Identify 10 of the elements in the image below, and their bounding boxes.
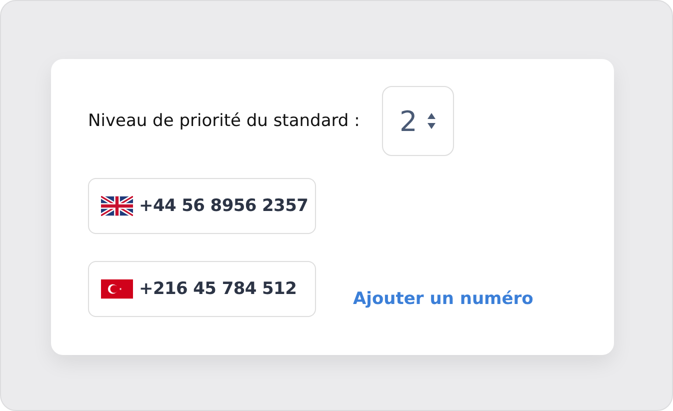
priority-number-field[interactable]: 2 <box>382 86 454 156</box>
phone-number: +216 45 784 512 <box>139 279 297 299</box>
add-number-link[interactable]: Ajouter un numéro <box>353 289 534 309</box>
phone-number: +44 56 8956 2357 <box>139 196 308 216</box>
uk-flag-icon <box>101 196 133 216</box>
turkey-flag-icon <box>101 279 133 299</box>
phone-number-card[interactable]: +44 56 8956 2357 <box>88 178 316 234</box>
spinner-arrows-icon[interactable] <box>427 112 436 130</box>
phone-number-card[interactable]: +216 45 784 512 <box>88 261 316 317</box>
priority-label: Niveau de priorité du standard : <box>88 111 360 131</box>
